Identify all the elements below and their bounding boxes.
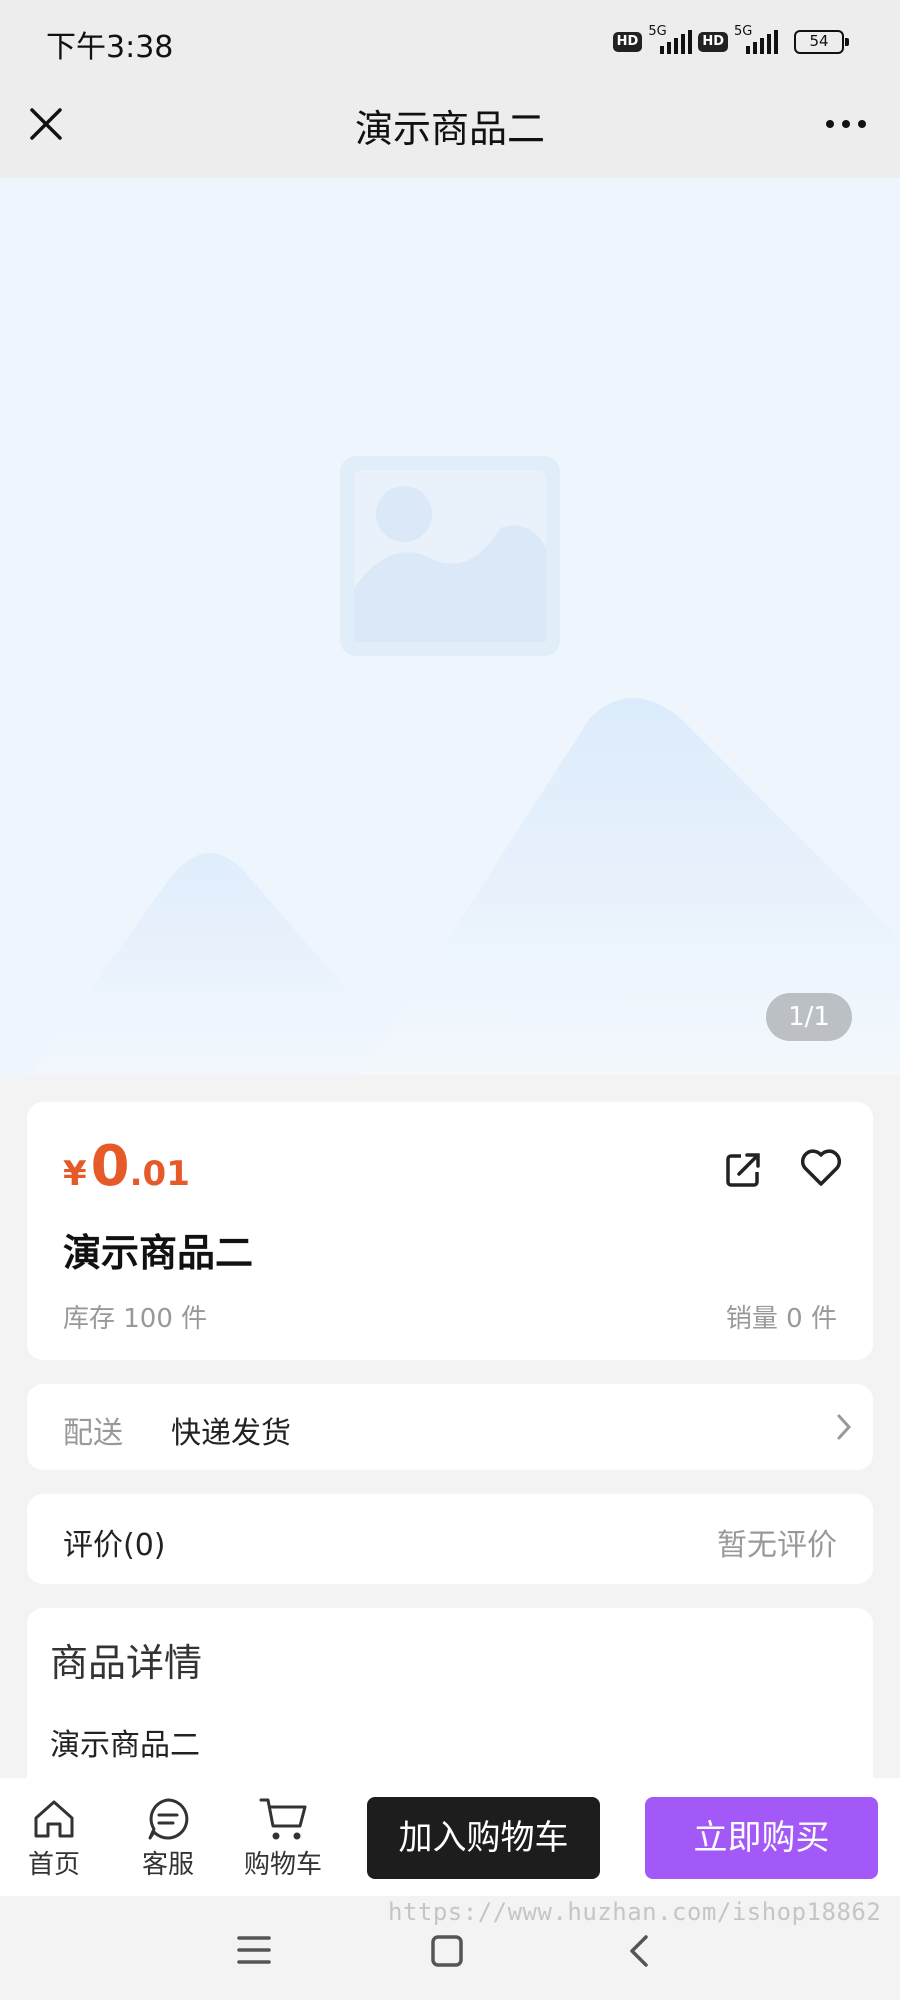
- tab-home[interactable]: 首页: [6, 1796, 102, 1881]
- signal-icon: 5G: [648, 24, 693, 54]
- tab-cart[interactable]: 购物车: [235, 1796, 331, 1881]
- more-icon[interactable]: [822, 104, 870, 144]
- gallery-pager: 1/1: [766, 993, 852, 1041]
- tab-cart-label: 购物车: [243, 1850, 322, 1880]
- add-to-cart-button[interactable]: 加入购物车: [367, 1797, 600, 1879]
- heart-icon[interactable]: [799, 1146, 843, 1190]
- menu-icon[interactable]: [236, 1934, 272, 1966]
- image-placeholder-icon: [340, 456, 560, 656]
- chat-icon: [148, 1798, 189, 1840]
- page-title: 演示商品二: [354, 107, 545, 151]
- detail-body: 演示商品二: [50, 1728, 200, 1763]
- tab-service-label: 客服: [141, 1850, 194, 1880]
- tab-service[interactable]: 客服: [120, 1796, 216, 1881]
- product-price: ¥ 0 .01: [63, 1134, 190, 1199]
- chevron-right-icon: [837, 1414, 852, 1440]
- buy-now-button[interactable]: 立即购买: [645, 1797, 878, 1879]
- detail-heading: 商品详情: [50, 1641, 203, 1685]
- price-integer: 0: [90, 1134, 130, 1199]
- home-icon: [34, 1800, 74, 1838]
- image-placeholder: [0, 178, 900, 1075]
- status-bar: 下午3:38 HD 5G HD 5G 54: [0, 0, 900, 86]
- nav-bar: 演示商品二: [0, 86, 900, 178]
- review-empty-text: 暂无评价: [717, 1528, 837, 1563]
- signal-icon-2: 5G: [734, 24, 778, 54]
- product-sales: 销量 0 件: [725, 1304, 837, 1334]
- product-detail-page: 下午3:38 HD 5G HD 5G 54 演示商品二 1/1 ¥ 0 .01 …: [0, 0, 900, 2000]
- tab-home-label: 首页: [27, 1850, 80, 1880]
- review-label: 评价(0): [63, 1528, 166, 1563]
- cart-icon: [259, 1798, 307, 1840]
- product-name: 演示商品二: [63, 1231, 254, 1275]
- price-card: ¥ 0 .01 演示商品二 库存 100 件 销量 0 件: [27, 1102, 873, 1360]
- status-icons: HD 5G HD 5G 54: [612, 24, 849, 58]
- system-nav-bar: https://www.huzhan.com/ishop18862: [0, 1896, 900, 2000]
- review-row[interactable]: 评价(0) 暂无评价: [27, 1494, 873, 1584]
- bottom-action-bar: 首页 客服 购物车 加入购物车 立即购买: [0, 1778, 900, 1896]
- status-time: 下午3:38: [46, 30, 174, 65]
- share-icon[interactable]: [723, 1150, 763, 1190]
- delivery-value: 快递发货: [171, 1416, 291, 1451]
- hd-badge: HD: [612, 32, 643, 52]
- currency-symbol: ¥: [63, 1154, 87, 1194]
- home-square-icon[interactable]: [430, 1934, 464, 1968]
- delivery-row[interactable]: 配送 快递发货: [27, 1384, 873, 1470]
- product-stock: 库存 100 件: [63, 1304, 208, 1334]
- battery-icon: 54: [794, 30, 849, 54]
- delivery-label: 配送: [63, 1416, 123, 1451]
- hd-badge-2: HD: [698, 32, 728, 52]
- product-image-gallery[interactable]: 1/1: [0, 178, 900, 1075]
- watermark-text: https://www.huzhan.com/ishop18862: [388, 1898, 882, 1926]
- price-decimal: .01: [129, 1154, 190, 1194]
- back-icon[interactable]: [626, 1934, 652, 1968]
